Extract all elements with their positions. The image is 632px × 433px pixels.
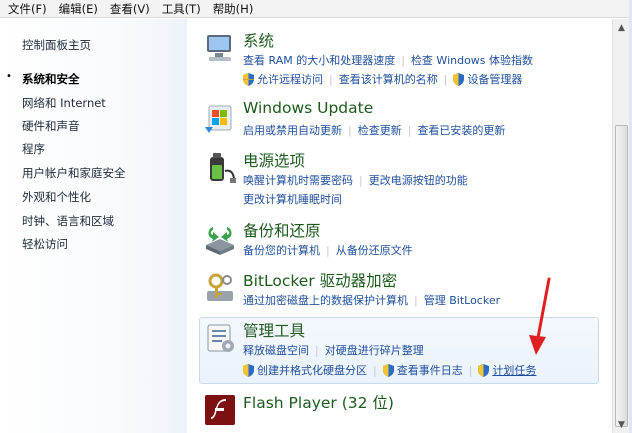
category-title-power-options[interactable]: 电源选项 <box>243 149 305 171</box>
computer-icon <box>207 35 231 61</box>
backup-icon <box>206 227 234 255</box>
admin-tools-links-row-2: 创建并格式化硬盘分区 | 查看事件日志 | 计划任务 <box>243 362 536 378</box>
menu-tools[interactable]: 工具(T) <box>156 1 207 17</box>
scroll-up-icon[interactable]: ▲ <box>613 19 630 36</box>
link-change-power-button[interactable]: 更改电源按钮的功能 <box>369 172 468 188</box>
link-check-experience-index[interactable]: 检查 Windows 体验指数 <box>411 52 533 68</box>
category-title-system[interactable]: 系统 <box>243 29 274 51</box>
system-links-row-1: 查看 RAM 的大小和处理器速度 | 检查 Windows 体验指数 <box>243 52 533 68</box>
sidebar-item-network[interactable]: 网络和 Internet <box>22 95 106 111</box>
sidebar-item-user-accounts[interactable]: 用户帐户和家庭安全 <box>22 165 126 181</box>
link-change-sleep-time[interactable]: 更改计算机睡眠时间 <box>243 191 342 207</box>
category-title-admin-tools[interactable]: 管理工具 <box>243 319 305 341</box>
separator: | <box>326 243 330 257</box>
separator: | <box>468 363 473 377</box>
menu-file[interactable]: 文件(F) <box>2 1 53 17</box>
power-links-row-1: 唤醒计算机时需要密码 | 更改电源按钮的功能 <box>243 172 468 188</box>
link-manage-bitlocker[interactable]: 管理 BitLocker <box>424 292 500 308</box>
link-view-computer-name[interactable]: 查看该计算机的名称 <box>339 71 438 87</box>
power-links-row-2: 更改计算机睡眠时间 <box>243 191 342 207</box>
sidebar-item-programs[interactable]: 程序 <box>22 141 45 157</box>
windows-update-links-row: 启用或禁用自动更新 | 检查更新 | 查看已安装的更新 <box>243 122 505 138</box>
separator: | <box>443 72 448 86</box>
uac-shield-icon <box>478 363 490 377</box>
battery-plug-icon <box>210 153 236 183</box>
menu-bar: 文件(F) 编辑(E) 查看(V) 工具(T) 帮助(H) <box>0 0 632 18</box>
admin-tools-icon <box>207 324 234 352</box>
link-restore-from-backup[interactable]: 从备份还原文件 <box>336 242 413 258</box>
category-system: 系统 查看 RAM 的大小和处理器速度 | 检查 Windows 体验指数 允许… <box>187 29 612 99</box>
category-title-bitlocker[interactable]: BitLocker 驱动器加密 <box>243 269 397 291</box>
separator: | <box>329 72 333 86</box>
separator: | <box>359 173 363 187</box>
bitlocker-keys-icon <box>207 273 233 301</box>
left-nav-pane: 控制面板主页 • 系统和安全 网络和 Internet 硬件和声音 程序 用户帐… <box>0 19 187 433</box>
separator: | <box>315 343 319 357</box>
link-defragment[interactable]: 对硬盘进行碎片整理 <box>325 342 424 358</box>
bitlocker-links-row: 通过加密磁盘上的数据保护计算机 | 管理 BitLocker <box>243 292 500 308</box>
backup-links-row: 备份您的计算机 | 从备份还原文件 <box>243 242 413 258</box>
sidebar-item-appearance[interactable]: 外观和个性化 <box>22 189 91 205</box>
menu-view[interactable]: 查看(V) <box>104 1 156 17</box>
main-content: 系统 查看 RAM 的大小和处理器速度 | 检查 Windows 体验指数 允许… <box>187 19 612 433</box>
menu-edit[interactable]: 编辑(E) <box>53 1 104 17</box>
separator: | <box>414 293 418 307</box>
uac-shield-icon <box>382 363 394 377</box>
category-title-windows-update[interactable]: Windows Update <box>243 99 373 117</box>
link-free-disk-space[interactable]: 释放磁盘空间 <box>243 342 309 358</box>
vertical-scrollbar[interactable]: ▲ ▼ <box>612 19 629 433</box>
category-windows-update: Windows Update 启用或禁用自动更新 | 检查更新 | 查看已安装的… <box>187 99 612 149</box>
sidebar-item-system-security[interactable]: 系统和安全 <box>22 71 80 87</box>
link-view-event-logs[interactable]: 查看事件日志 <box>397 362 463 378</box>
annotation-arrow-icon <box>529 277 551 355</box>
system-links-row-2: 允许远程访问 | 查看该计算机的名称 | 设备管理器 <box>243 71 522 87</box>
category-title-backup-restore[interactable]: 备份和还原 <box>243 219 321 241</box>
separator: | <box>373 363 377 377</box>
link-schedule-tasks[interactable]: 计划任务 <box>492 362 536 378</box>
category-flash-player: Flash Player (32 位) <box>187 391 612 431</box>
link-require-password-on-wake[interactable]: 唤醒计算机时需要密码 <box>243 172 353 188</box>
link-device-manager[interactable]: 设备管理器 <box>467 71 522 87</box>
active-bullet-icon: • <box>6 71 12 82</box>
scrollbar-thumb[interactable] <box>615 125 628 427</box>
uac-shield-icon <box>453 72 465 86</box>
link-toggle-auto-update[interactable]: 启用或禁用自动更新 <box>243 122 342 138</box>
link-create-format-partitions[interactable]: 创建并格式化硬盘分区 <box>257 362 367 378</box>
link-view-installed-updates[interactable]: 查看已安装的更新 <box>417 122 505 138</box>
link-encrypt-data[interactable]: 通过加密磁盘上的数据保护计算机 <box>243 292 408 308</box>
sidebar-item-clock-region[interactable]: 时钟、语言和区域 <box>22 213 114 229</box>
link-backup-computer[interactable]: 备份您的计算机 <box>243 242 320 258</box>
link-view-ram-cpu[interactable]: 查看 RAM 的大小和处理器速度 <box>243 52 395 68</box>
flash-player-icon <box>205 395 235 425</box>
link-allow-remote-access[interactable]: 允许远程访问 <box>257 71 323 87</box>
uac-shield-icon <box>243 72 254 86</box>
separator: | <box>407 123 412 137</box>
category-power-options: 电源选项 唤醒计算机时需要密码 | 更改电源按钮的功能 更改计算机睡眠时间 <box>187 149 612 209</box>
control-panel-home-link[interactable]: 控制面板主页 <box>22 37 91 53</box>
uac-shield-icon <box>243 363 254 377</box>
category-title-flash-player[interactable]: Flash Player (32 位) <box>243 391 394 413</box>
separator: | <box>401 53 405 67</box>
separator: | <box>348 123 352 137</box>
category-backup-restore: 备份和还原 备份您的计算机 | 从备份还原文件 <box>187 219 612 269</box>
sidebar-item-hardware-sound[interactable]: 硬件和声音 <box>22 118 80 134</box>
scroll-down-icon[interactable]: ▼ <box>613 416 630 433</box>
link-check-updates[interactable]: 检查更新 <box>358 122 402 138</box>
admin-tools-links-row-1: 释放磁盘空间 | 对硬盘进行碎片整理 <box>243 342 424 358</box>
sidebar-item-ease-of-access[interactable]: 轻松访问 <box>22 236 68 252</box>
menu-help[interactable]: 帮助(H) <box>207 1 260 17</box>
windows-update-icon <box>205 105 232 133</box>
